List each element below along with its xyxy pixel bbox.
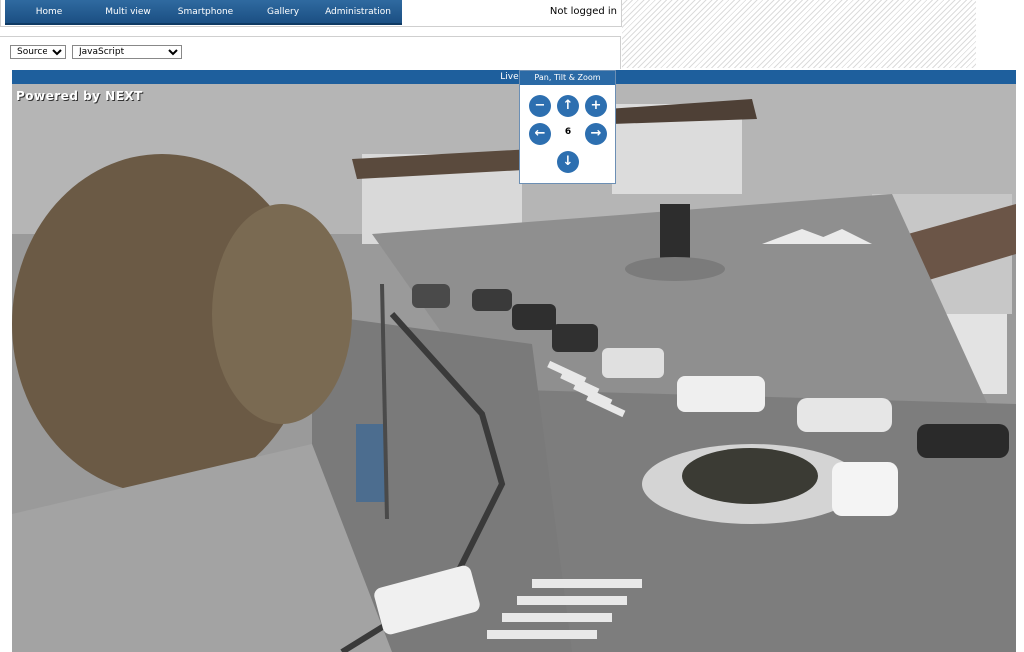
arrow-right-icon[interactable]: →	[585, 123, 607, 145]
watermark-text: Powered by NEXT	[16, 89, 143, 103]
nav-gallery[interactable]: Gallery	[248, 7, 318, 17]
live-view-bar: Live V	[12, 70, 1016, 84]
clock-tower	[660, 204, 690, 264]
car-police	[602, 348, 664, 378]
clock-tower-base	[625, 257, 725, 281]
nav-administration[interactable]: Administration	[318, 7, 398, 17]
van-white	[677, 376, 765, 412]
car-silver	[797, 398, 892, 432]
login-status: Not logged in	[549, 6, 617, 17]
car-dark	[917, 424, 1009, 458]
zoom-in-icon[interactable]: +	[585, 95, 607, 117]
car-grey	[412, 284, 450, 308]
control-panel: Source 6 JavaScript	[0, 36, 621, 69]
car-black-3	[472, 289, 512, 311]
ptz-panel: Pan, Tilt & Zoom − ↑ + ← 6 → ↓	[519, 70, 616, 184]
arrow-up-icon[interactable]: ↑	[557, 95, 579, 117]
arrow-left-icon[interactable]: ←	[529, 123, 551, 145]
nav-multi-view[interactable]: Multi view	[93, 7, 163, 17]
header-panel: Home Multi view Smartphone Gallery Admin…	[0, 0, 622, 27]
arrow-down-icon[interactable]: ↓	[557, 151, 579, 173]
poster-column	[356, 424, 386, 502]
source-select[interactable]: Source 6	[10, 45, 66, 59]
roundabout-garden	[682, 448, 818, 504]
ptz-value: 6	[564, 127, 572, 137]
main-nav: Home Multi view Smartphone Gallery Admin…	[5, 0, 402, 25]
car-black	[552, 324, 598, 352]
background-pattern	[622, 0, 976, 68]
trees-right	[212, 204, 352, 424]
nav-home[interactable]: Home	[5, 7, 93, 17]
camera-video[interactable]: Powered by NEXT	[12, 84, 1016, 652]
car-white	[832, 462, 898, 516]
renderer-select[interactable]: JavaScript	[72, 45, 182, 59]
zoom-out-icon[interactable]: −	[529, 95, 551, 117]
ptz-title: Pan, Tilt & Zoom	[520, 71, 615, 85]
car-black-2	[512, 304, 556, 330]
nav-smartphone[interactable]: Smartphone	[163, 7, 248, 17]
camera-scene	[12, 84, 1016, 652]
